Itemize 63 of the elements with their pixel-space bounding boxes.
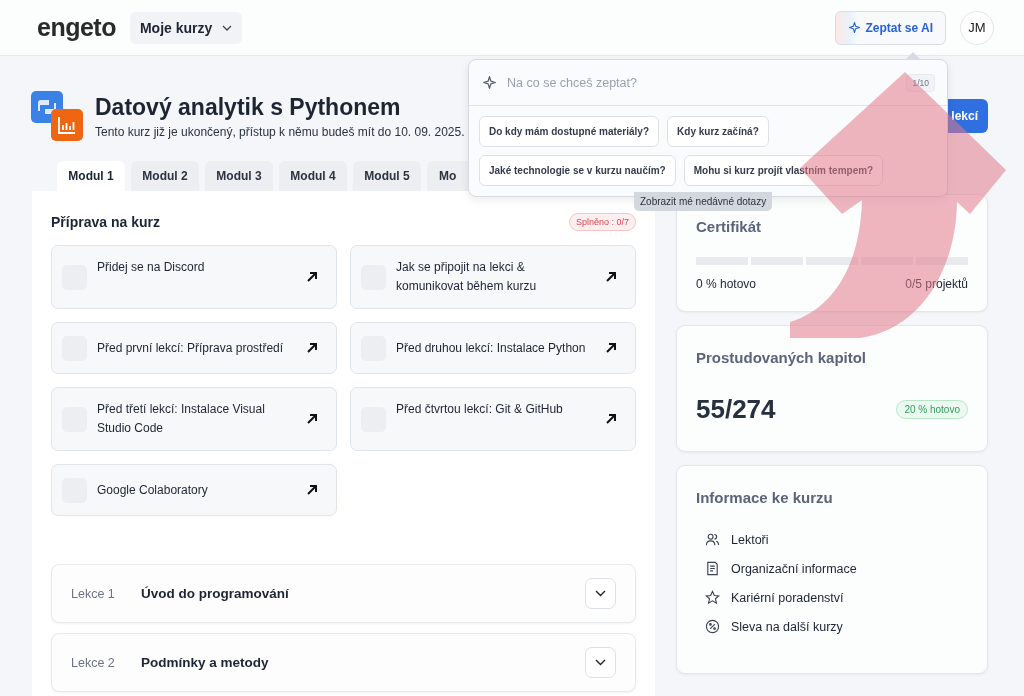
sparkle-icon [848, 21, 862, 34]
module-tab[interactable]: Modul 1 [57, 161, 125, 191]
lesson-number: Lekce 2 [71, 655, 116, 670]
external-link-icon [306, 413, 318, 425]
chevron-down-icon [222, 24, 233, 31]
course-title: Datový analytik s Pythonem [95, 93, 402, 121]
star-icon [705, 590, 720, 605]
external-link-icon [605, 271, 617, 283]
completion-badge: Splněno : 0/7 [568, 213, 636, 231]
lesson-title: Podmínky a metody [141, 655, 270, 670]
chevron-down-icon [595, 590, 606, 597]
progress-badge: 20 % hotovo [896, 400, 968, 419]
lesson-title: Úvod do programování [141, 586, 290, 601]
task-card[interactable]: Před třetí lekcí: Instalace Visual Studio Code [51, 387, 337, 451]
task-card[interactable]: Google Colaboratory [51, 464, 337, 516]
chart-icon [51, 109, 83, 141]
recent-questions-link[interactable]: Zobrazit mé nedávné dotazy [634, 192, 773, 211]
card-title: Prostudovaných kapitol [696, 349, 868, 366]
external-link-icon [306, 342, 318, 354]
user-avatar[interactable]: JM [960, 10, 994, 45]
chevron-down-icon [595, 659, 606, 666]
sparkle-icon [482, 75, 497, 90]
external-link-icon [306, 484, 318, 496]
module-tab[interactable]: Modul 2 [131, 161, 199, 191]
task-card[interactable]: Před druhou lekcí: Instalace Python [350, 322, 636, 374]
suggestion-chip[interactable]: Kdy kurz začíná? [667, 116, 769, 147]
progress-text: 0 % hotovo [696, 277, 757, 291]
chapters-count: 55/274 [696, 394, 776, 425]
task-card[interactable]: Před čtvrtou lekcí: Git & GitHub [350, 387, 636, 451]
task-card[interactable]: Jak se připojit na lekci & komunikovat během kurzu [350, 245, 636, 309]
people-icon [705, 532, 720, 547]
document-icon [705, 561, 720, 576]
lesson-row[interactable]: Lekce 2 Podmínky a metody [51, 633, 636, 692]
module-tab[interactable]: Modul 3 [205, 161, 273, 191]
info-link[interactable]: Kariérní poradenství [731, 590, 844, 605]
task-card[interactable]: Před první lekcí: Příprava prostředí [51, 322, 337, 374]
courses-dropdown[interactable]: Moje kurzy [129, 11, 243, 44]
info-link[interactable]: Organizační informace [731, 561, 857, 576]
suggestion-chip[interactable]: Do kdy mám dostupné materiály? [479, 116, 660, 147]
projects-count: 0/5 projektů [905, 277, 968, 291]
percent-icon [705, 619, 720, 634]
card-title: Informace ke kurzu [696, 489, 834, 506]
external-link-icon [605, 342, 617, 354]
section-title: Příprava na kurz [51, 214, 160, 230]
question-field[interactable]: Na co se chceš zeptat? [505, 74, 899, 91]
suggestion-chip[interactable]: Mohu si kurz projít vlastním tempem? [683, 155, 884, 186]
lesson-row[interactable]: Lekce 1 Úvod do programování [51, 564, 636, 623]
logo[interactable]: engeto [37, 13, 116, 42]
suggestion-chip[interactable]: Jaké technologie se v kurzu naučím? [479, 155, 676, 186]
module-tab[interactable]: Modul 5 [353, 161, 421, 191]
info-link[interactable]: Lektoři [731, 532, 769, 547]
question-counter: 1/10 [906, 73, 935, 92]
expand-button[interactable] [585, 578, 616, 609]
lesson-number: Lekce 1 [71, 586, 116, 601]
info-link[interactable]: Sleva na další kurzy [731, 619, 843, 634]
expand-button[interactable] [585, 647, 616, 678]
module-tab[interactable]: Modul 4 [279, 161, 347, 191]
course-notice: Tento kurz již je ukončený, přístup k němu budeš mít do 10. 09. 2025. [95, 124, 465, 139]
external-link-icon [605, 413, 617, 425]
external-link-icon [306, 271, 318, 283]
card-title: Certifikát [696, 218, 763, 235]
ask-ai-button[interactable]: Zeptat se AI [835, 10, 946, 45]
task-card[interactable]: Přidej se na Discord [51, 245, 337, 309]
